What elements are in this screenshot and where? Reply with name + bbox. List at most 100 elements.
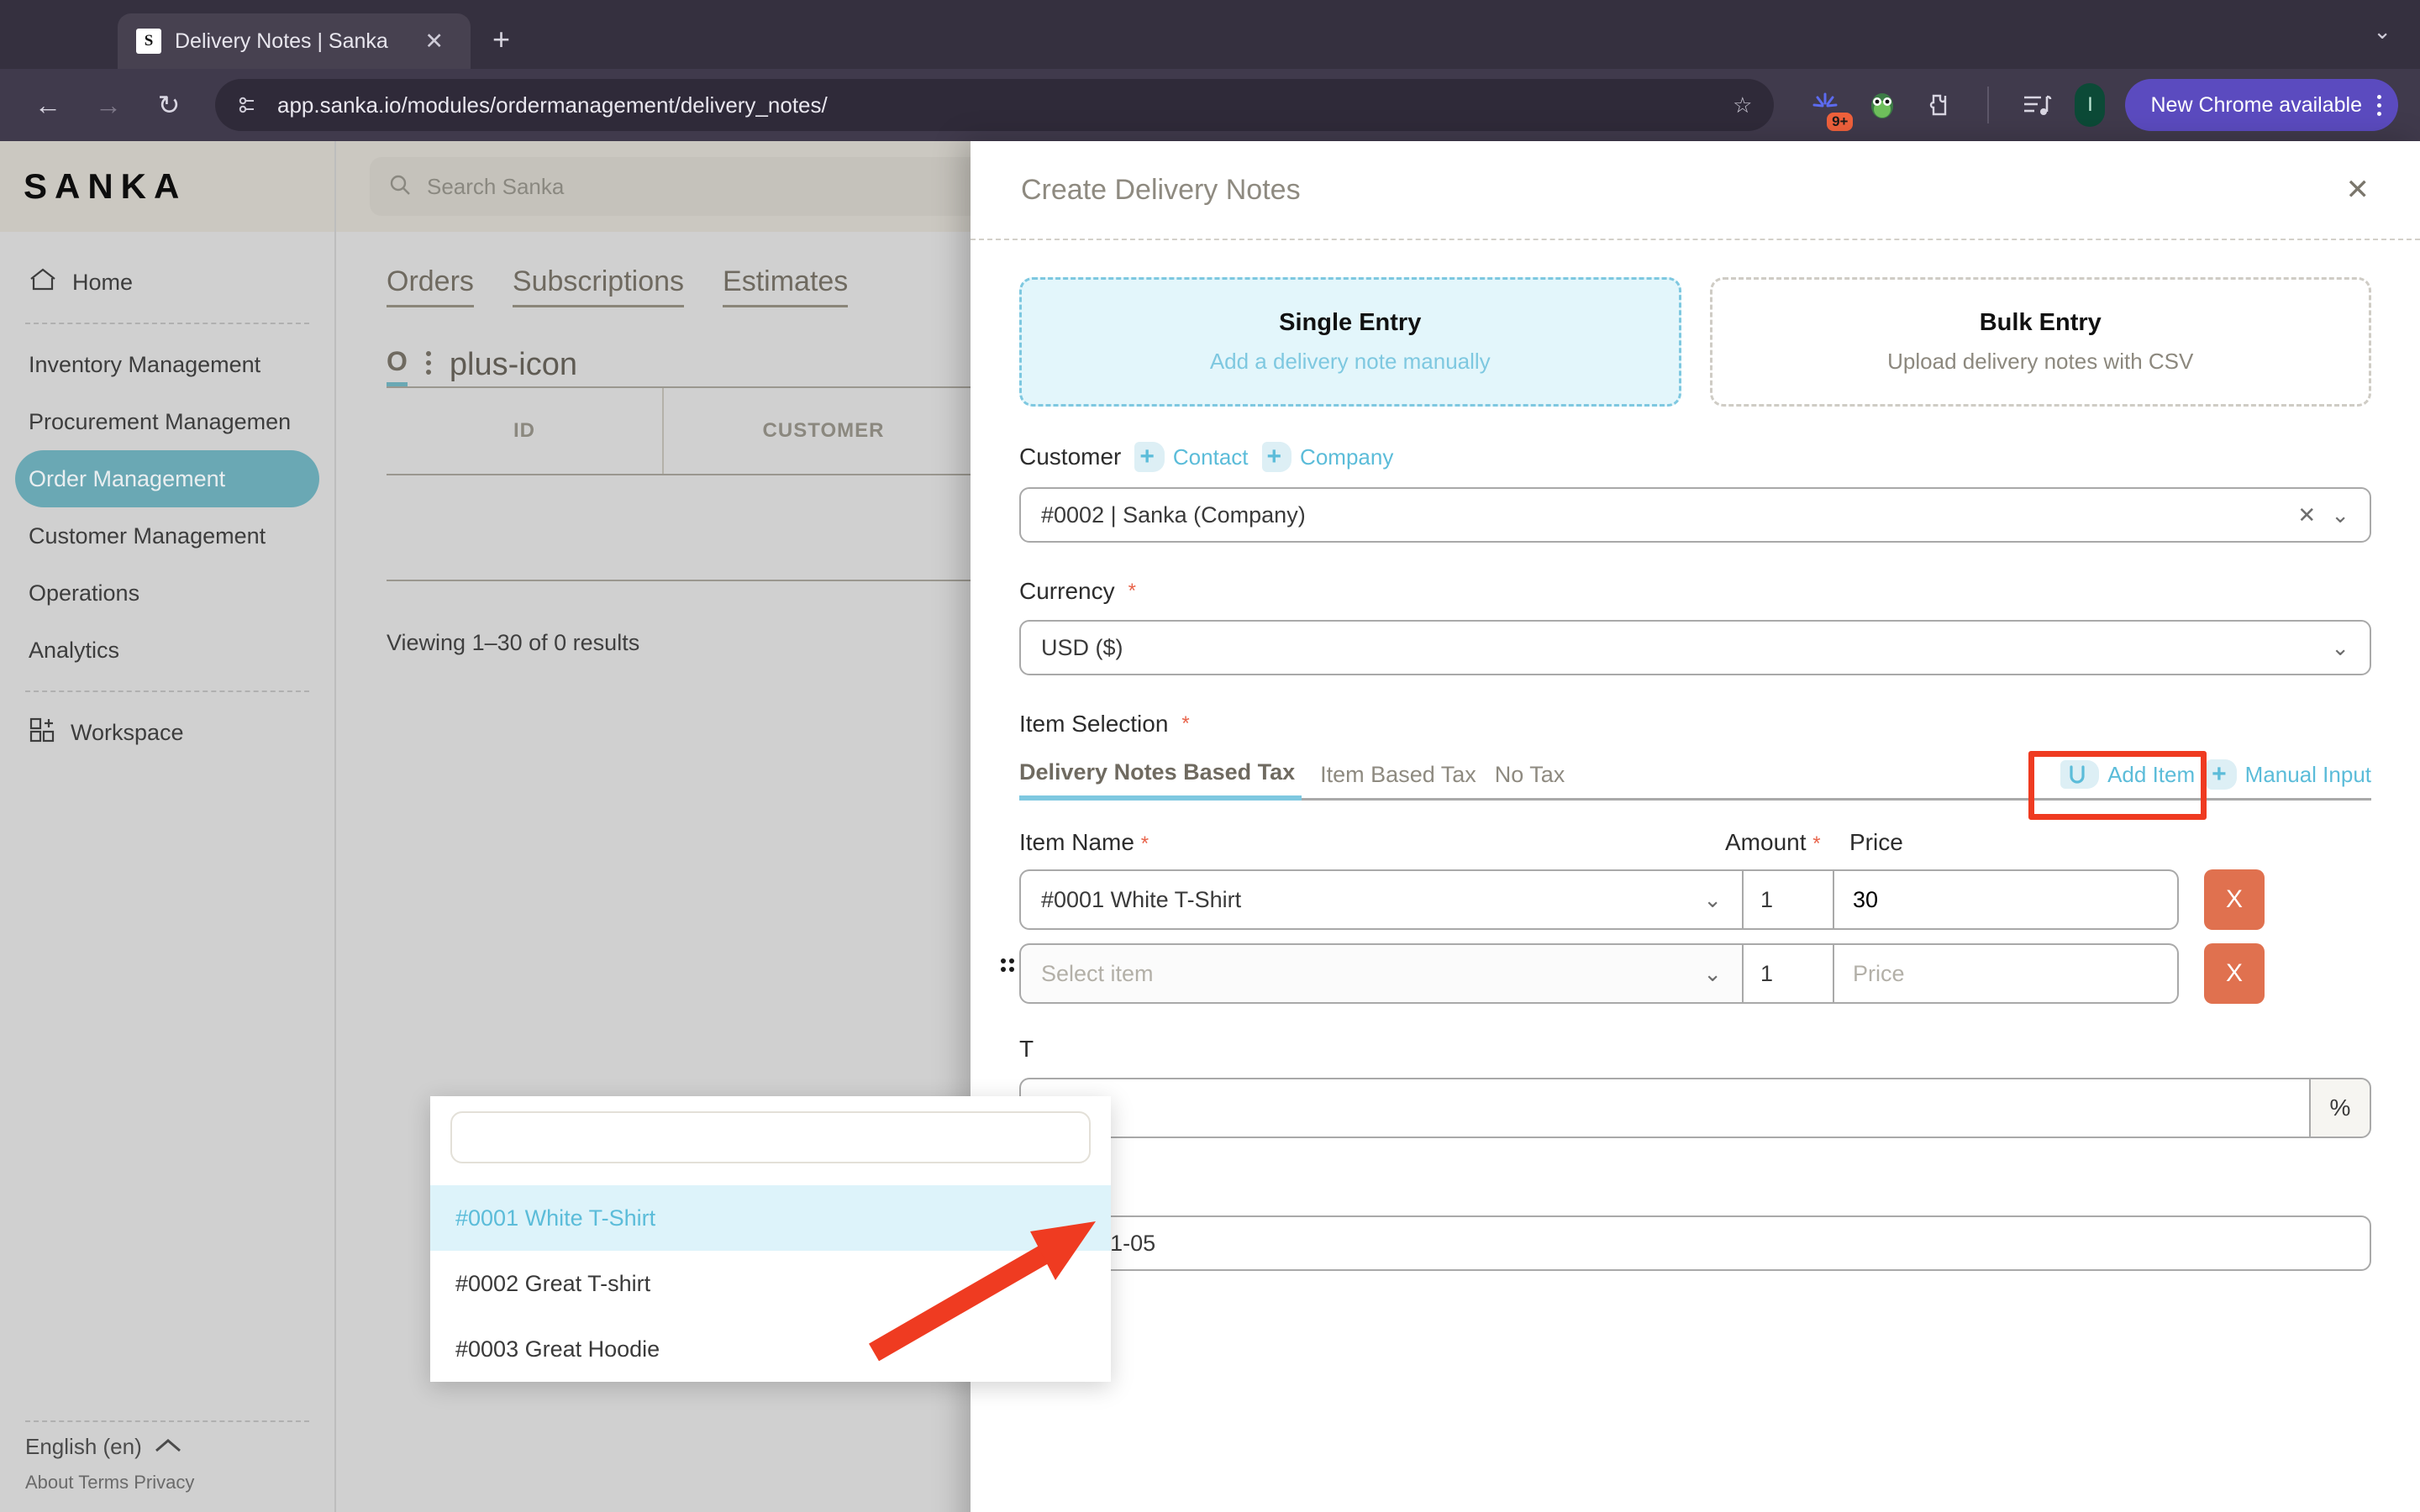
extension-icons: 9+ I [1794,83,2106,131]
sidebar-footer: English (en) About Terms Privacy [0,1409,334,1494]
sidebar-nav: Home Inventory Management Procurement Ma… [0,232,334,761]
chevron-down-icon[interactable]: ⌄ [1703,887,1722,913]
sidebar-item-label: Analytics [29,637,120,663]
sidebar-item-operations[interactable]: Operations [15,564,319,622]
reload-icon[interactable]: ↻ [143,79,195,131]
entry-mode-single[interactable]: Single Entry Add a delivery note manuall… [1019,277,1681,407]
three-dot-menu-icon[interactable] [2377,94,2381,116]
add-company-label: Company [1300,444,1394,470]
sidebar-item-label: Order Management [29,465,226,491]
sidebar-item-customer-management[interactable]: Customer Management [15,507,319,564]
item-amount-value: 1 [1760,960,1774,986]
media-playlist-icon[interactable] [2018,86,2056,124]
back-icon[interactable]: ← [22,79,74,131]
add-item-icon [2060,760,2100,789]
item-price-input[interactable]: Price [1834,943,2179,1004]
kebab-menu-icon[interactable] [425,351,431,386]
search-input[interactable]: Search Sanka [370,157,1008,216]
close-icon[interactable]: ✕ [416,29,452,53]
item-row: #0001 White T-Shirt ⌄ 1 30 X [1019,869,2371,930]
item-price-value: 30 [1853,886,1879,912]
item-price-input[interactable]: 30 [1834,869,2179,930]
chevron-up-icon[interactable] [154,1434,182,1460]
currency-label-row: Currency * [1019,578,2371,605]
avatar[interactable]: I [2075,83,2106,127]
site-info-icon[interactable] [237,94,259,116]
frog-avatar-icon[interactable] [1863,86,1902,124]
view-tab[interactable]: O [387,346,408,386]
tab-strip: S Delivery Notes | Sanka ✕ + ⌄ [0,0,2420,69]
tab-no-tax[interactable]: No Tax [1495,762,1584,798]
extension-badge-icon[interactable]: 9+ [1806,86,1854,131]
currency-field: Currency * USD ($) ⌄ [1019,578,2371,675]
sidebar-item-label: Operations [29,580,140,606]
forward-icon[interactable]: → [82,79,134,131]
item-row-drag-handle[interactable] [1001,958,1014,972]
legal-links[interactable]: About Terms Privacy [25,1472,309,1494]
sidebar-divider [25,323,309,324]
item-name-select[interactable]: #0001 White T-Shirt ⌄ [1019,869,1742,930]
browser-tab[interactable]: S Delivery Notes | Sanka ✕ [118,13,471,69]
plus-icon[interactable]: plus-icon [450,347,577,386]
sidebar-item-procurement-management[interactable]: Procurement Managemen [15,393,319,450]
item-amount-input[interactable]: 1 [1742,869,1834,930]
amount-header-label: Amount [1725,829,1807,855]
chevron-down-icon[interactable]: ⌄ [2316,635,2349,661]
sidebar-item-order-management[interactable]: Order Management [15,450,319,507]
remove-item-button[interactable]: X [2204,943,2265,1004]
entry-mode-selector: Single Entry Add a delivery note manuall… [1019,277,2371,407]
item-name-select[interactable]: Select item ⌄ [1019,943,1742,1004]
item-amount-input[interactable]: 1 [1742,943,1834,1004]
entry-mode-title: Single Entry [1279,309,1422,336]
sidebar-divider [25,690,309,692]
required-marker: * [1140,832,1150,855]
add-contact-button[interactable]: + Contact [1134,442,1249,472]
modal-header: Create Delivery Notes ✕ [971,141,2420,240]
issue-date-input[interactable]: 2024-11-05 [1019,1215,2371,1271]
add-item-button[interactable]: Add Item [2060,760,2195,789]
add-workspace-icon [29,717,55,749]
currency-value: USD ($) [1041,634,1123,660]
tax-input-group: % [1019,1078,2371,1138]
tab-orders[interactable]: Orders [387,265,474,307]
remove-item-button[interactable]: X [2204,869,2265,930]
tax-input[interactable] [1019,1078,2309,1138]
brand-text: SANKA [24,166,187,206]
dropdown-search-input[interactable] [450,1111,1091,1163]
sidebar-item-home[interactable]: Home [15,254,319,311]
chevron-down-icon[interactable]: ⌄ [2373,18,2391,45]
customer-select[interactable]: #0002 | Sanka (Company) ✕ ⌄ [1019,487,2371,543]
clear-x-icon[interactable]: ✕ [2282,502,2316,528]
manual-input-button[interactable]: + Manual Input [2207,759,2371,790]
tab-delivery-notes-based-tax[interactable]: Delivery Notes Based Tax [1019,759,1302,801]
add-company-button[interactable]: + Company [1261,442,1394,472]
bookmark-star-icon[interactable]: ☆ [1733,92,1752,118]
chrome-update-button[interactable]: New Chrome available [2125,79,2398,131]
close-icon[interactable]: ✕ [2346,173,2370,207]
sidebar-item-inventory-management[interactable]: Inventory Management [15,336,319,393]
sidebar-divider [25,1420,309,1422]
sidebar-item-label: Customer Management [29,522,266,549]
chevron-down-icon[interactable]: ⌄ [2316,502,2349,528]
item-name-header: Item Name * [1019,829,1725,856]
plus-icon[interactable]: + [492,22,510,57]
column-header-id[interactable]: ID [387,388,664,474]
sidebar-item-label: Workspace [71,719,184,745]
language-selector[interactable]: English (en) [25,1434,309,1460]
tab-item-based-tax[interactable]: Item Based Tax [1320,762,1495,798]
tab-estimates[interactable]: Estimates [723,265,849,307]
sidebar: SANKA Home Inventory Management Procurem… [0,141,336,1512]
address-bar[interactable]: app.sanka.io/modules/ordermanagement/del… [215,79,1775,131]
sidebar-item-workspace[interactable]: Workspace [15,704,319,761]
chevron-down-icon[interactable]: ⌄ [1703,961,1722,987]
extensions-puzzle-icon[interactable] [1920,86,1959,124]
column-header-customer[interactable]: CUSTOMER [664,388,983,474]
brand-logo: SANKA [0,141,334,232]
page-title: Create Delivery Notes [1021,173,1301,206]
entry-mode-subtitle: Upload delivery notes with CSV [1887,349,2194,374]
browser-toolbar: ← → ↻ app.sanka.io/modules/ordermanageme… [0,69,2420,141]
entry-mode-bulk[interactable]: Bulk Entry Upload delivery notes with CS… [1709,277,2371,407]
currency-select[interactable]: USD ($) ⌄ [1019,620,2371,675]
sidebar-item-analytics[interactable]: Analytics [15,622,319,679]
tab-subscriptions[interactable]: Subscriptions [512,265,685,307]
